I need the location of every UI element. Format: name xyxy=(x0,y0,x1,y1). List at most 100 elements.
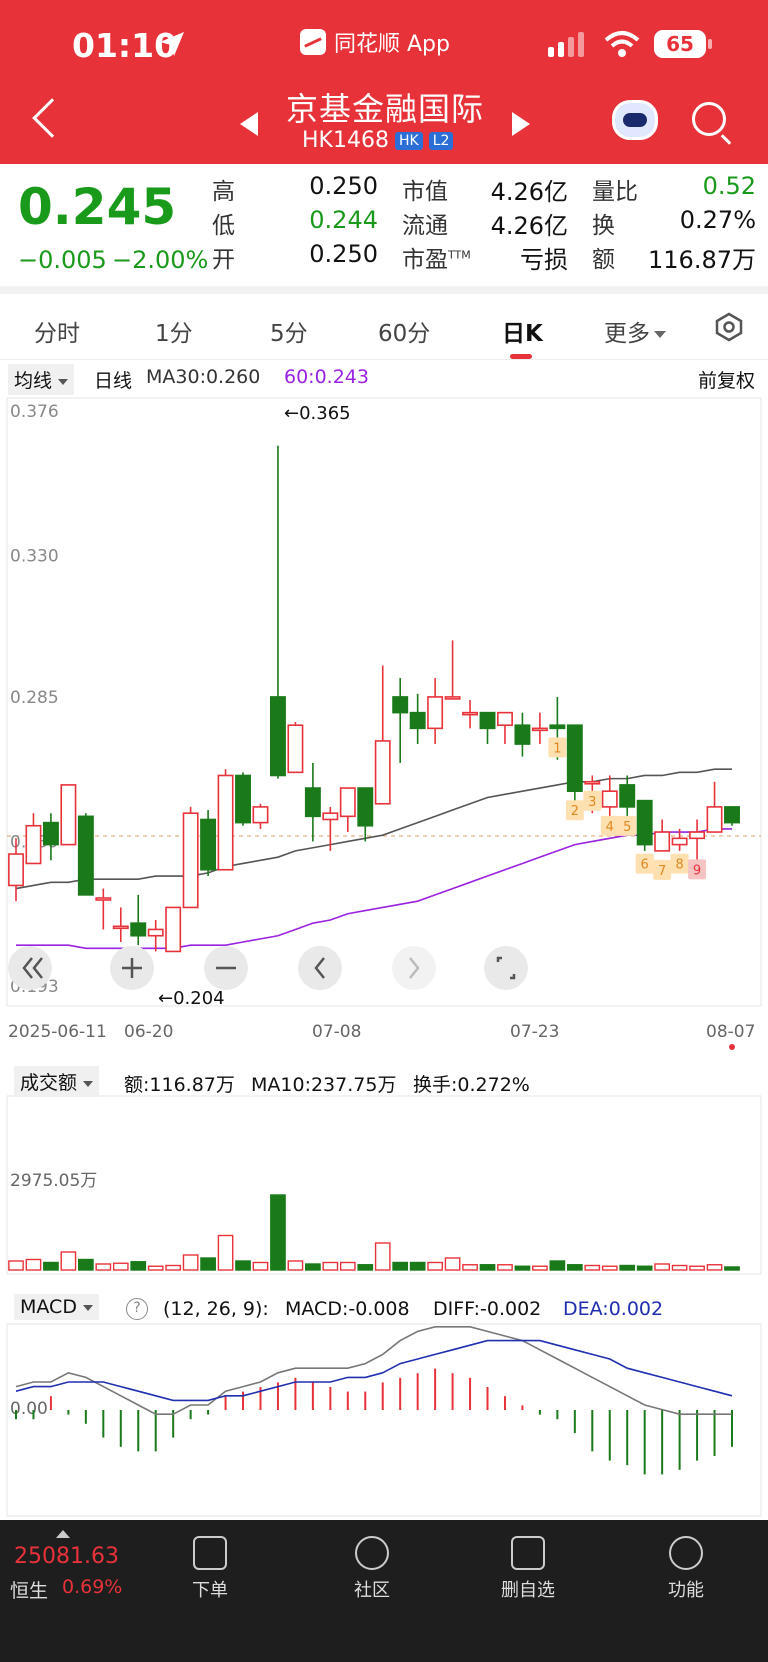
settings-hexagon-icon[interactable] xyxy=(714,312,744,342)
candle-body xyxy=(444,696,461,700)
candle xyxy=(269,445,286,779)
volume-bar xyxy=(724,1266,740,1271)
zoom-out-button[interactable] xyxy=(204,946,248,990)
period-tabs: 分时 1分 5分 60分 日K 更多 xyxy=(0,296,768,360)
volume-bar xyxy=(287,1260,304,1271)
candle xyxy=(479,711,496,745)
prev-stock-icon[interactable] xyxy=(240,112,258,136)
candle-body xyxy=(322,812,339,821)
volume-selector[interactable]: 成交额 xyxy=(14,1066,100,1097)
macd-selector[interactable]: MACD xyxy=(14,1294,99,1320)
date-tick: 07-08 xyxy=(312,1022,361,1042)
help-icon[interactable]: ? xyxy=(126,1298,148,1320)
robot-assistant-icon[interactable] xyxy=(612,100,658,140)
kline-chart[interactable]: 0.3760.3300.2850.2390.193 123456789 ←0.3… xyxy=(0,396,768,1520)
tab-daily-k[interactable]: 日K xyxy=(502,314,543,348)
nav-functions-label: 功能 xyxy=(668,1580,704,1601)
search-icon[interactable] xyxy=(692,102,726,136)
value-vol-ratio: 0.52 xyxy=(702,172,756,200)
label-open: 开 xyxy=(212,247,235,273)
volume-bar xyxy=(601,1265,618,1271)
candle xyxy=(77,813,94,896)
value-high: 0.250 xyxy=(309,172,378,200)
candle-body xyxy=(95,897,112,901)
date-tick: 07-23 xyxy=(510,1022,559,1042)
tab-intraday[interactable]: 分时 xyxy=(34,314,80,348)
candle xyxy=(339,787,356,833)
tab-5min[interactable]: 5分 xyxy=(270,314,308,348)
tab-more[interactable]: 更多 xyxy=(604,314,666,348)
candle xyxy=(427,678,444,745)
volume-bar xyxy=(60,1251,77,1271)
candle-body xyxy=(514,724,531,745)
nav-community[interactable]: 社区 xyxy=(322,1528,422,1602)
candle-body xyxy=(200,818,217,871)
value-float: 4.26亿 xyxy=(490,212,568,240)
candle-body xyxy=(374,740,391,805)
value-low: 0.244 xyxy=(309,206,378,234)
date-axis: 2025-06-11 06-20 07-08 07-23 08-07 xyxy=(8,1022,755,1042)
candle-body xyxy=(671,837,688,846)
chevron-down-icon xyxy=(83,1080,94,1087)
indicator-selector[interactable]: 均线 xyxy=(8,364,75,395)
volume-bar xyxy=(566,1264,583,1271)
candle xyxy=(182,806,199,909)
label-pe: 市盈TTM xyxy=(402,240,471,274)
price-tick: 0.376 xyxy=(10,402,59,422)
candle xyxy=(601,775,618,823)
candle-body xyxy=(130,922,147,937)
back-icon[interactable] xyxy=(32,98,72,138)
volume-bar xyxy=(270,1194,286,1271)
candle-body xyxy=(497,711,513,727)
volume-bars xyxy=(8,1194,740,1271)
expand-up-icon[interactable] xyxy=(56,1530,70,1538)
nav-remove-watchlist[interactable]: 删自选 xyxy=(478,1528,578,1602)
volume-axis-tick: 2975.05万 xyxy=(10,1171,97,1191)
macd-value: MACD:-0.008 xyxy=(285,1298,410,1320)
period-label: 日线 xyxy=(94,370,133,392)
volume-bar xyxy=(584,1264,601,1271)
volume-bar xyxy=(235,1260,251,1271)
adjust-toggle[interactable]: 前复权 xyxy=(698,366,755,393)
index-value[interactable]: 25081.63 xyxy=(14,1544,119,1569)
nav-order-label: 下单 xyxy=(192,1580,228,1601)
volume-bar xyxy=(322,1261,339,1271)
nav-order[interactable]: 下单 xyxy=(160,1528,260,1602)
candle-body xyxy=(77,815,94,896)
nav-functions[interactable]: 功能 xyxy=(636,1528,736,1602)
volume-bar xyxy=(532,1265,548,1271)
value-pe: 亏损 xyxy=(520,246,568,274)
candle xyxy=(25,813,42,865)
candle xyxy=(654,819,671,852)
volume-bar xyxy=(305,1263,321,1271)
label-pe-text: 市盈 xyxy=(402,247,448,273)
fullscreen-button[interactable] xyxy=(484,946,528,990)
label-mcap: 市值 xyxy=(402,179,448,205)
candle xyxy=(147,920,164,952)
candle xyxy=(706,781,723,833)
price-tick: 0.330 xyxy=(10,547,59,567)
candle xyxy=(60,784,77,846)
signal-label: 5 xyxy=(623,820,631,835)
candle-body xyxy=(479,711,496,730)
candles xyxy=(8,445,740,953)
app-label[interactable]: 同花顺 App xyxy=(300,26,450,58)
scroll-left-button[interactable] xyxy=(298,946,342,990)
candle xyxy=(531,712,548,745)
candle xyxy=(374,665,391,805)
zoom-in-button[interactable] xyxy=(110,946,154,990)
tab-60min[interactable]: 60分 xyxy=(378,314,430,348)
signal-label: 1 xyxy=(553,741,561,756)
candle-body xyxy=(462,711,479,716)
macd-params: (12, 26, 9): xyxy=(163,1298,269,1320)
candle-body xyxy=(42,821,59,846)
scroll-right-button[interactable] xyxy=(392,946,436,990)
scroll-left-fast-button[interactable] xyxy=(8,946,52,990)
label-turnover: 换 xyxy=(592,213,615,239)
candle xyxy=(392,678,409,763)
candle-body xyxy=(269,696,286,777)
next-stock-icon[interactable] xyxy=(512,112,530,136)
market-tag: HK xyxy=(394,131,423,150)
volume-bar xyxy=(182,1254,199,1271)
tab-1min[interactable]: 1分 xyxy=(155,314,193,348)
